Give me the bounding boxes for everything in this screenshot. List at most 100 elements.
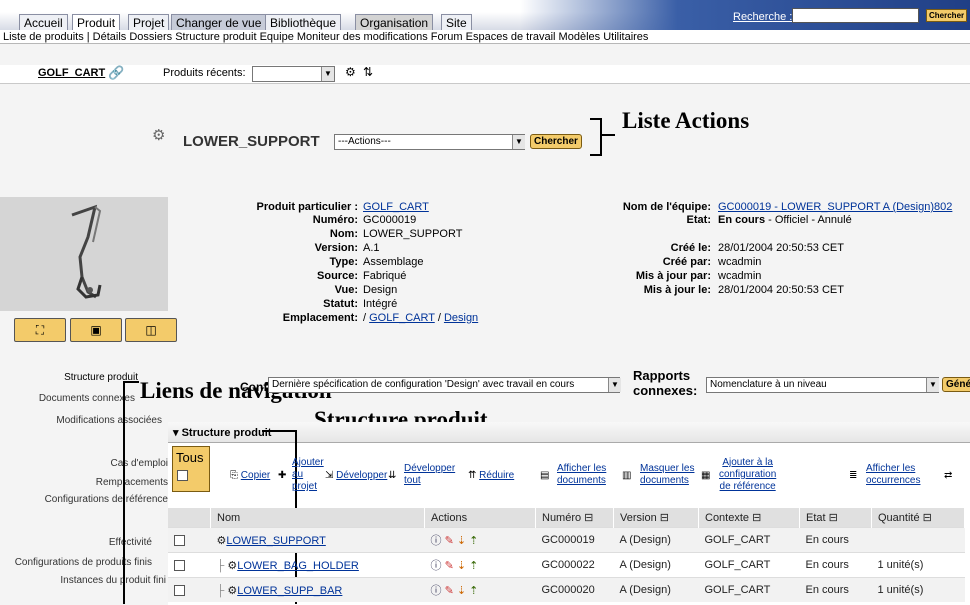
table-header-row: Nom Actions Numéro ⊟ Version ⊟ Contexte … <box>168 508 965 528</box>
copier-link[interactable]: Copier <box>241 470 270 481</box>
tab-produit[interactable]: Produit <box>72 14 121 30</box>
sub-navigation[interactable]: Liste de produits | Détails Dossiers Str… <box>0 30 970 44</box>
image-icon: ▣ <box>90 323 102 337</box>
select-all-box[interactable]: Tous <box>172 446 210 492</box>
row-checkbox[interactable] <box>174 534 185 546</box>
row-checkbox[interactable] <box>174 559 185 571</box>
row-quantite: 1 unité(s) <box>871 552 965 578</box>
developper-link[interactable]: Développer <box>336 470 387 481</box>
checkin-icon[interactable]: ⇡ <box>469 560 478 572</box>
view-3d-button[interactable]: ⛶ <box>14 318 66 342</box>
annotation-bracket-bottom <box>590 154 602 156</box>
header-numero[interactable]: Numéro ⊟ <box>535 508 614 528</box>
path-link-design[interactable]: Design <box>444 312 478 324</box>
structure-title-text: Structure produit <box>181 427 272 439</box>
generate-button[interactable]: Géné <box>942 377 970 392</box>
nav-configurations-reference[interactable]: Configurations de référence <box>45 494 168 505</box>
value-produit-particulier[interactable]: GOLF_CART <box>363 201 429 213</box>
search-link[interactable]: Recherche : <box>733 11 792 23</box>
header-etat[interactable]: Etat ⊟ <box>799 508 872 528</box>
header-contexte[interactable]: Contexte ⊟ <box>698 508 800 528</box>
actions-select[interactable]: ---Actions--- <box>334 134 525 150</box>
reduire-action[interactable]: ⇈ Réduire <box>468 470 514 482</box>
developper-action[interactable]: ⇲ Développer <box>325 470 387 482</box>
reduire-link[interactable]: Réduire <box>479 470 514 481</box>
chevron-down-icon: ▼ <box>512 135 525 149</box>
nav-configurations-produits-finis[interactable]: Configurations de produits finis <box>15 557 152 568</box>
info-icon[interactable]: ⓘ <box>431 585 442 597</box>
product-link-golf-cart[interactable]: GOLF_CART <box>38 67 105 79</box>
search-button[interactable]: Chercher <box>926 9 968 22</box>
ajouter-line1: Ajouter <box>292 457 324 468</box>
value-statut: Intégré <box>363 298 398 310</box>
nav-documents-connexes[interactable]: Documents connexes <box>39 393 135 404</box>
nav-modifications-associees[interactable]: Modifications associées <box>56 415 162 426</box>
tab-organisation[interactable]: Organisation <box>355 14 434 30</box>
checkout-icon[interactable]: ⇣ <box>457 560 466 572</box>
row-name-link[interactable]: LOWER_SUPPORT <box>226 535 325 547</box>
annotation-pointer <box>262 430 296 432</box>
tab-changer-de-vue[interactable]: Changer de vue <box>171 14 267 30</box>
masquer-documents-link[interactable]: Masquer les documents <box>640 463 694 487</box>
edit-icon[interactable]: ✎ <box>445 585 454 597</box>
structure-header[interactable]: ▾ Structure produit <box>168 422 970 443</box>
product-thumbnail <box>0 197 168 311</box>
search-input[interactable] <box>792 8 919 23</box>
row-numero: GC000022 <box>535 552 614 578</box>
afficher-occurrences-link[interactable]: Afficher les occurrences <box>866 463 920 487</box>
checkin-icon[interactable]: ⇡ <box>469 535 478 547</box>
view-detail-button[interactable]: ◫ <box>125 318 177 342</box>
developper-tout-link[interactable]: Développer tout <box>404 463 455 487</box>
value-mis-a-jour-par: wcadmin <box>718 270 762 282</box>
row-name: ├ ⚙LOWER_BAG_HOLDER <box>210 552 425 578</box>
value-cree-par: wcadmin <box>718 256 762 268</box>
recent-products-bar: GOLF_CART 🔗 Produits récents: ▼ ⚙ ⇅ <box>0 65 970 84</box>
value-type: Assemblage <box>363 256 424 268</box>
rapports-select[interactable]: Nomenclature à un niveau <box>706 377 939 393</box>
tab-bibliotheque[interactable]: Bibliothèque <box>265 14 342 30</box>
row-name-link[interactable]: LOWER_SUPP_BAR <box>237 585 342 597</box>
row-name: ⚙LOWER_SUPPORT <box>210 527 425 553</box>
checkout-icon[interactable]: ⇣ <box>457 585 466 597</box>
nav-effectivite[interactable]: Effectivité <box>109 537 152 548</box>
header-nom[interactable]: Nom <box>210 508 425 528</box>
row-checkbox[interactable] <box>174 584 185 596</box>
row-select <box>168 527 211 553</box>
header-version[interactable]: Version ⊟ <box>613 508 699 528</box>
ajouter-configuration-link[interactable]: Ajouter à la configuration de référence <box>719 457 776 493</box>
value-nom-equipe[interactable]: GC000019 - LOWER_SUPPORT A (Design)802 <box>718 201 952 213</box>
edit-icon[interactable]: ✎ <box>445 560 454 572</box>
copier-action[interactable]: ⎘ Copier <box>230 470 270 482</box>
chercher-button[interactable]: Chercher <box>530 134 582 149</box>
row-name-link[interactable]: LOWER_BAG_HOLDER <box>237 560 359 572</box>
tree-icon[interactable]: ⇅ <box>363 65 373 79</box>
path-link-golf-cart[interactable]: GOLF_CART <box>369 312 435 324</box>
dev-tout-line2: tout <box>404 475 421 486</box>
row-quantite: 1 unité(s) <box>871 577 965 602</box>
export-icon[interactable]: ⇄ <box>944 470 952 482</box>
afficher-documents-link[interactable]: Afficher les documents <box>557 463 606 487</box>
ajouter-projet-link[interactable]: Ajouter au projet <box>292 457 324 493</box>
table-row: ├ ⚙LOWER_SUPP_BAR ⓘ ✎ ⇣ ⇡ GC000020 A (De… <box>168 577 965 602</box>
nav-cas-emploi[interactable]: Cas d'emploi <box>111 458 169 469</box>
nav-instances-produit-fini[interactable]: Instances du produit fini <box>60 575 166 586</box>
tab-projet[interactable]: Projet <box>128 14 170 30</box>
tous-label: Tous <box>176 450 204 465</box>
recent-products-select[interactable]: ▼ <box>252 66 335 82</box>
edit-icon[interactable]: ✎ <box>445 535 454 547</box>
header-quantite[interactable]: Quantité ⊟ <box>871 508 965 528</box>
nav-remplacements[interactable]: Remplacements <box>96 477 168 488</box>
tab-site[interactable]: Site <box>441 14 472 30</box>
select-all-checkbox[interactable] <box>177 470 188 481</box>
structure-title: ▾ Structure produit <box>173 426 271 439</box>
part-icon: ⚙ <box>216 534 227 547</box>
info-icon[interactable]: ⓘ <box>431 535 442 547</box>
view-image-button[interactable]: ▣ <box>70 318 122 342</box>
configuration-select[interactable]: Dernière spécification de configuration … <box>268 377 620 393</box>
row-version: A (Design) <box>613 577 699 602</box>
tab-accueil[interactable]: Accueil <box>19 14 68 30</box>
info-icon[interactable]: ⓘ <box>431 560 442 572</box>
refresh-icon[interactable]: ⚙ <box>345 65 356 79</box>
checkin-icon[interactable]: ⇡ <box>469 585 478 597</box>
checkout-icon[interactable]: ⇣ <box>457 535 466 547</box>
